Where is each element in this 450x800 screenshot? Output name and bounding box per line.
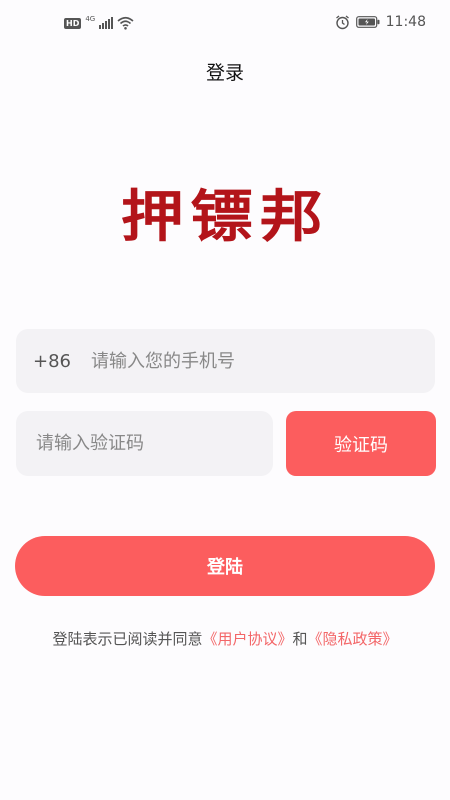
phone-field[interactable]: +86 (16, 329, 435, 393)
status-left: HD 4G (64, 15, 134, 30)
login-button[interactable]: 登陆 (15, 536, 435, 596)
code-field[interactable] (16, 411, 273, 476)
status-time: 11:48 (385, 14, 426, 30)
page-title: 登录 (205, 62, 244, 84)
privacy-policy-link[interactable]: 《隐私政策》 (308, 630, 398, 648)
status-right: 11:48 (335, 14, 426, 30)
agreement-prefix: 登陆表示已阅读并同意 (52, 630, 203, 648)
hd-badge-icon: HD (64, 17, 82, 29)
phone-input[interactable] (89, 349, 413, 373)
user-agreement-link[interactable]: 《用户协议》 (202, 630, 292, 648)
network-type: 4G (85, 15, 96, 23)
agreement-text: 登陆表示已阅读并同意《用户协议》和《隐私政策》 (0, 628, 450, 649)
app-logo: 押镖邦 (120, 184, 330, 250)
country-code[interactable]: +86 (33, 351, 89, 372)
signal-icon (99, 17, 114, 29)
battery-icon (355, 16, 380, 28)
status-bar: HD 4G 11:48 (0, 0, 450, 50)
agreement-and: 和 (292, 630, 308, 648)
verification-code-input[interactable] (34, 432, 258, 455)
alarm-icon (335, 14, 349, 29)
wifi-icon (117, 16, 134, 30)
get-code-button[interactable]: 验证码 (286, 411, 436, 476)
